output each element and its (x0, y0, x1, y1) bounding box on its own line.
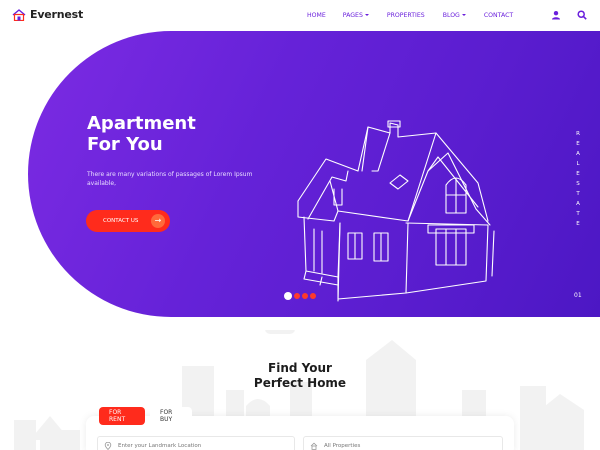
map-pin-icon (104, 442, 112, 450)
nav-pages-label: PAGES (342, 11, 363, 19)
slider-dot[interactable] (294, 293, 300, 299)
find-title-line2: Perfect Home (253, 376, 347, 390)
logo[interactable]: Evernest (12, 8, 83, 21)
chevron-down-icon (461, 14, 466, 16)
side-letter: T (576, 191, 580, 197)
side-letter: S (576, 181, 580, 187)
nav-home-label: HOME (307, 11, 326, 19)
side-letter: E (576, 171, 580, 177)
tab-for-buy[interactable]: FOR BUY (150, 407, 192, 425)
nav-blog[interactable]: BLOG (443, 12, 466, 19)
brand-name: Evernest (30, 8, 84, 21)
house-illustration (297, 120, 495, 302)
contact-us-button[interactable]: CONTACT US → (86, 210, 170, 232)
tab-for-rent-label: FOR RENT (109, 409, 126, 423)
slide-number: 01 (574, 292, 582, 299)
slider-dot[interactable] (302, 293, 308, 299)
page: Evernest HOME PAGES PROPERTIES BLOG CONT… (0, 0, 600, 450)
side-letter: A (576, 201, 580, 207)
side-letter: R (576, 131, 580, 137)
nav-contact[interactable]: CONTACT (484, 12, 513, 19)
nav-home[interactable]: HOME (307, 12, 326, 19)
side-letter: A (576, 151, 580, 157)
slider-dots (284, 292, 316, 300)
arrow-right-icon: → (151, 214, 165, 228)
hero-title-line1: Apartment (87, 113, 196, 134)
real-estate-side-text: R E A L E S T A T E (574, 131, 582, 227)
home-icon (310, 442, 318, 450)
slider-dot-active[interactable] (284, 292, 292, 300)
find-title-line1: Find Your (268, 361, 332, 375)
nav-blog-label: BLOG (442, 11, 460, 19)
contact-us-label: CONTACT US (103, 218, 139, 224)
property-type-select[interactable]: All Properties (303, 436, 503, 450)
find-home-title: Find Your Perfect Home (200, 361, 400, 391)
location-placeholder: Enter your Landmark Location (118, 443, 202, 449)
tab-for-buy-label: FOR BUY (160, 409, 173, 423)
user-icon[interactable] (551, 10, 561, 20)
nav-properties[interactable]: PROPERTIES (387, 12, 425, 19)
search-icon[interactable] (577, 10, 587, 20)
side-letter: E (576, 141, 580, 147)
tab-for-rent[interactable]: FOR RENT (99, 407, 145, 425)
header-icons (551, 10, 587, 20)
main-nav: HOME PAGES PROPERTIES BLOG CONTACT (300, 0, 513, 30)
property-type-value: All Properties (324, 443, 361, 449)
slider-dot[interactable] (310, 293, 316, 299)
location-input[interactable]: Enter your Landmark Location (97, 436, 295, 450)
hero-title: Apartment For You (87, 113, 196, 155)
side-letter: L (576, 161, 580, 167)
header: Evernest HOME PAGES PROPERTIES BLOG CONT… (0, 0, 600, 30)
hero-title-line2: For You (87, 134, 163, 155)
side-letter: E (576, 221, 580, 227)
house-logo-icon (12, 8, 26, 21)
side-letter: T (576, 211, 580, 217)
chevron-down-icon (364, 14, 369, 16)
hero-banner: Apartment For You There are many variati… (28, 31, 600, 317)
nav-contact-label: CONTACT (483, 11, 514, 19)
nav-properties-label: PROPERTIES (386, 11, 425, 19)
hero-description: There are many variations of passages of… (87, 171, 253, 187)
nav-pages[interactable]: PAGES (343, 12, 369, 19)
